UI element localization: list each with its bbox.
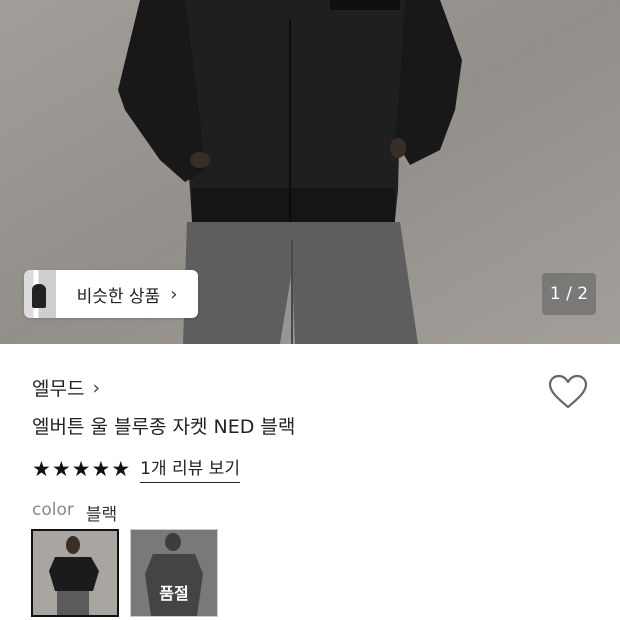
star-filled-icon: ★ — [32, 456, 51, 481]
color-swatch-black[interactable] — [31, 529, 119, 617]
chevron-right-icon: › — [170, 283, 178, 305]
color-option-row: color 블랙 — [32, 500, 117, 525]
similar-product-thumbnail — [24, 270, 56, 318]
similar-products-label: 비슷한 상품 › — [56, 270, 198, 318]
image-page-counter: 1 / 2 — [542, 273, 596, 315]
swatch-image — [33, 531, 117, 615]
wishlist-heart-icon[interactable] — [548, 374, 588, 410]
chevron-right-icon: › — [92, 376, 101, 399]
color-swatch-sold-out[interactable]: 품절 — [130, 529, 218, 617]
similar-products-button[interactable]: 비슷한 상품 › — [24, 270, 198, 318]
product-title: 엘버튼 울 블루종 자켓 NED 블랙 — [32, 416, 296, 438]
rating-row: ★ ★ ★ ★ ★ 1개 리뷰 보기 — [32, 454, 240, 483]
product-hero-image[interactable]: 비슷한 상품 › 1 / 2 — [0, 0, 620, 344]
color-label: color — [32, 500, 74, 520]
star-filled-icon: ★ — [91, 456, 111, 481]
selected-color-value: 블랙 — [85, 505, 118, 525]
rating-stars: ★ ★ ★ ★ ★ — [32, 457, 130, 481]
brand-name: 엘무드 — [32, 378, 85, 400]
brand-link[interactable]: 엘무드 › — [32, 374, 100, 401]
similar-products-text: 비슷한 상품 — [76, 286, 161, 307]
star-filled-icon: ★ — [71, 456, 91, 481]
review-link[interactable]: 1개 리뷰 보기 — [140, 454, 240, 483]
star-filled-icon: ★ — [111, 456, 131, 481]
sold-out-badge: 품절 — [159, 584, 189, 603]
star-filled-icon: ★ — [51, 456, 71, 481]
